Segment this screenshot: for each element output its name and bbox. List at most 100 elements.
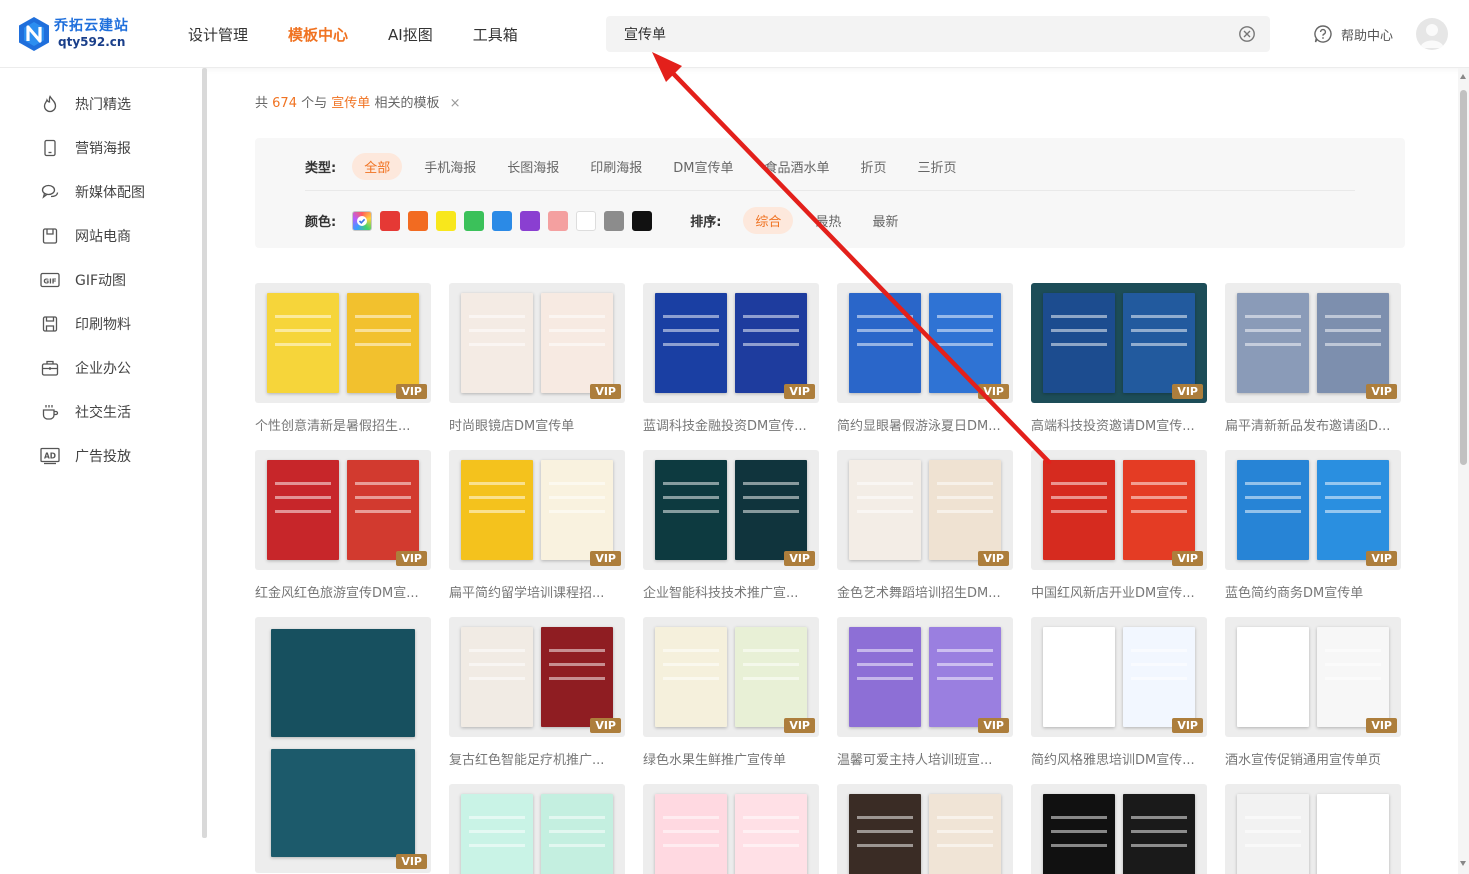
template-thumbnail[interactable]: VIP xyxy=(643,283,819,403)
search-input[interactable] xyxy=(606,16,1226,52)
type-chip-fold[interactable]: 折页 xyxy=(861,157,887,176)
template-thumbnail[interactable]: VIP xyxy=(449,283,625,403)
type-chip-all[interactable]: 全部 xyxy=(352,153,403,180)
template-title[interactable]: 红金风红色旅游宣传DM宣... xyxy=(255,582,431,601)
color-swatch-yellow[interactable] xyxy=(436,210,457,231)
nav-ai-cutout[interactable]: AI抠图 xyxy=(388,24,433,45)
sidebar-item-marketing-poster[interactable]: 营销海报 xyxy=(40,136,131,160)
preview-text-line xyxy=(743,677,799,680)
preview-text-line xyxy=(1051,649,1107,652)
type-chip-food-menu[interactable]: 食品酒水单 xyxy=(765,157,830,176)
template-title[interactable]: 扁平清新新品发布邀请函D... xyxy=(1225,415,1401,434)
template-title[interactable]: 高端科技投资邀请DM宣传... xyxy=(1031,415,1207,434)
template-title[interactable]: 金色艺术舞蹈培训招生DM... xyxy=(837,582,1013,601)
sidebar-item-ads[interactable]: AD 广告投放 xyxy=(40,444,131,468)
color-swatch-black[interactable] xyxy=(632,210,653,231)
type-chip-trifold[interactable]: 三折页 xyxy=(918,157,957,176)
sidebar-item-social[interactable]: 社交生活 xyxy=(40,400,131,424)
scrollbar-thumb[interactable] xyxy=(1460,90,1467,465)
vip-badge: VIP xyxy=(396,854,427,869)
sidebar-item-label: 印刷物料 xyxy=(75,317,131,333)
color-swatch-red[interactable] xyxy=(380,210,401,231)
preview-text-line xyxy=(469,663,525,666)
color-swatch-white[interactable] xyxy=(576,210,597,231)
sort-chip-default[interactable]: 综合 xyxy=(743,207,794,234)
color-swatch-green[interactable] xyxy=(464,210,485,231)
sidebar-item-office[interactable]: 企业办公 xyxy=(40,356,131,380)
sidebar-item-gif[interactable]: GIF GIF动图 xyxy=(40,268,126,292)
user-avatar[interactable] xyxy=(1416,18,1448,50)
page-scrollbar[interactable] xyxy=(1458,68,1469,874)
preview-text-line xyxy=(1325,677,1381,680)
template-thumbnail[interactable]: VIP xyxy=(1225,450,1401,570)
template-page-preview xyxy=(347,293,419,393)
template-title[interactable]: 简约显眼暑假游泳夏日DM... xyxy=(837,415,1013,434)
template-title[interactable]: 中国红风新店开业DM宣传... xyxy=(1031,582,1207,601)
color-swatch-rainbow[interactable] xyxy=(352,210,373,231)
sidebar-item-new-media[interactable]: 新媒体配图 xyxy=(40,180,145,204)
template-thumbnail[interactable] xyxy=(449,784,625,874)
clear-keyword-icon[interactable]: × xyxy=(450,96,461,111)
color-swatch-pink[interactable] xyxy=(548,210,569,231)
nav-design-management[interactable]: 设计管理 xyxy=(188,24,248,45)
color-swatch-gray[interactable] xyxy=(604,210,625,231)
template-thumbnail[interactable]: VIP xyxy=(1225,617,1401,737)
clear-search-icon[interactable] xyxy=(1238,25,1256,43)
type-chip-print-poster[interactable]: 印刷海报 xyxy=(590,157,642,176)
sidebar-item-ecommerce[interactable]: 网站电商 xyxy=(40,224,131,248)
color-swatch-blue[interactable] xyxy=(492,210,513,231)
sidebar-item-hot[interactable]: 热门精选 xyxy=(40,92,131,116)
template-title[interactable]: 绿色水果生鲜推广宣传单 xyxy=(643,749,819,768)
template-thumbnail[interactable]: VIP xyxy=(449,617,625,737)
help-center-link[interactable]: 帮助中心 xyxy=(1313,24,1393,44)
color-swatch-purple[interactable] xyxy=(520,210,541,231)
template-page-preview xyxy=(1237,293,1309,393)
template-title[interactable]: 酒水宣传促销通用宣传单页 xyxy=(1225,749,1401,768)
template-thumbnail[interactable]: VIP xyxy=(1031,617,1207,737)
template-thumbnail[interactable]: VIP xyxy=(643,450,819,570)
template-thumbnail[interactable] xyxy=(837,784,1013,874)
template-thumbnail[interactable]: VIP xyxy=(1031,283,1207,403)
template-thumbnail[interactable]: VIP xyxy=(837,617,1013,737)
scroll-up-icon[interactable] xyxy=(1460,74,1466,79)
template-title[interactable]: 复古红色智能足疗机推广... xyxy=(449,749,625,768)
logo[interactable]: 乔拓云建站 qty592.cn xyxy=(18,14,168,54)
scroll-down-icon[interactable] xyxy=(1460,861,1466,866)
template-thumbnail[interactable]: VIP xyxy=(1031,450,1207,570)
template-thumbnail[interactable]: VIP xyxy=(255,617,431,873)
template-title[interactable]: 蓝调科技金融投资DM宣传... xyxy=(643,415,819,434)
template-thumbnail[interactable]: VIP xyxy=(643,617,819,737)
type-chip-long-poster[interactable]: 长图海报 xyxy=(507,157,559,176)
template-title[interactable]: 企业智能科技技术推广宣... xyxy=(643,582,819,601)
sort-chip-hot[interactable]: 最热 xyxy=(815,211,841,230)
template-title[interactable]: 扁平简约留学培训课程招... xyxy=(449,582,625,601)
sort-chip-newest[interactable]: 最新 xyxy=(872,211,898,230)
template-thumbnail[interactable] xyxy=(1225,784,1401,874)
template-thumbnail[interactable]: VIP xyxy=(837,283,1013,403)
cup-icon xyxy=(40,402,60,422)
template-thumbnail[interactable] xyxy=(643,784,819,874)
template-thumbnail[interactable]: VIP xyxy=(837,450,1013,570)
phone-icon xyxy=(40,138,60,158)
template-thumbnail[interactable]: VIP xyxy=(449,450,625,570)
template-title[interactable]: 时尚眼镜店DM宣传单 xyxy=(449,415,625,434)
nav-template-center[interactable]: 模板中心 xyxy=(288,24,348,45)
template-thumbnail[interactable]: VIP xyxy=(1225,283,1401,403)
user-icon xyxy=(1420,24,1444,48)
template-title[interactable]: 简约风格雅思培训DM宣传... xyxy=(1031,749,1207,768)
template-title[interactable]: 个性创意清新是暑假招生... xyxy=(255,415,431,434)
red-arrow-annotation xyxy=(652,52,1052,465)
color-swatch-orange[interactable] xyxy=(408,210,429,231)
type-chip-mobile-poster[interactable]: 手机海报 xyxy=(424,157,476,176)
type-chip-dm-flyer[interactable]: DM宣传单 xyxy=(673,157,733,176)
template-thumbnail[interactable] xyxy=(1031,784,1207,874)
template-thumbnail[interactable]: VIP xyxy=(255,450,431,570)
nav-toolbox[interactable]: 工具箱 xyxy=(473,24,518,45)
preview-text-line xyxy=(1245,663,1301,666)
sidebar-scrollbar[interactable] xyxy=(202,68,207,838)
template-title[interactable]: 蓝色简约商务DM宣传单 xyxy=(1225,582,1401,601)
template-title[interactable]: 温馨可爱主持人培训班宣... xyxy=(837,749,1013,768)
template-page-preview xyxy=(1317,794,1389,874)
sidebar-item-print[interactable]: 印刷物料 xyxy=(40,312,131,336)
template-thumbnail[interactable]: VIP xyxy=(255,283,431,403)
